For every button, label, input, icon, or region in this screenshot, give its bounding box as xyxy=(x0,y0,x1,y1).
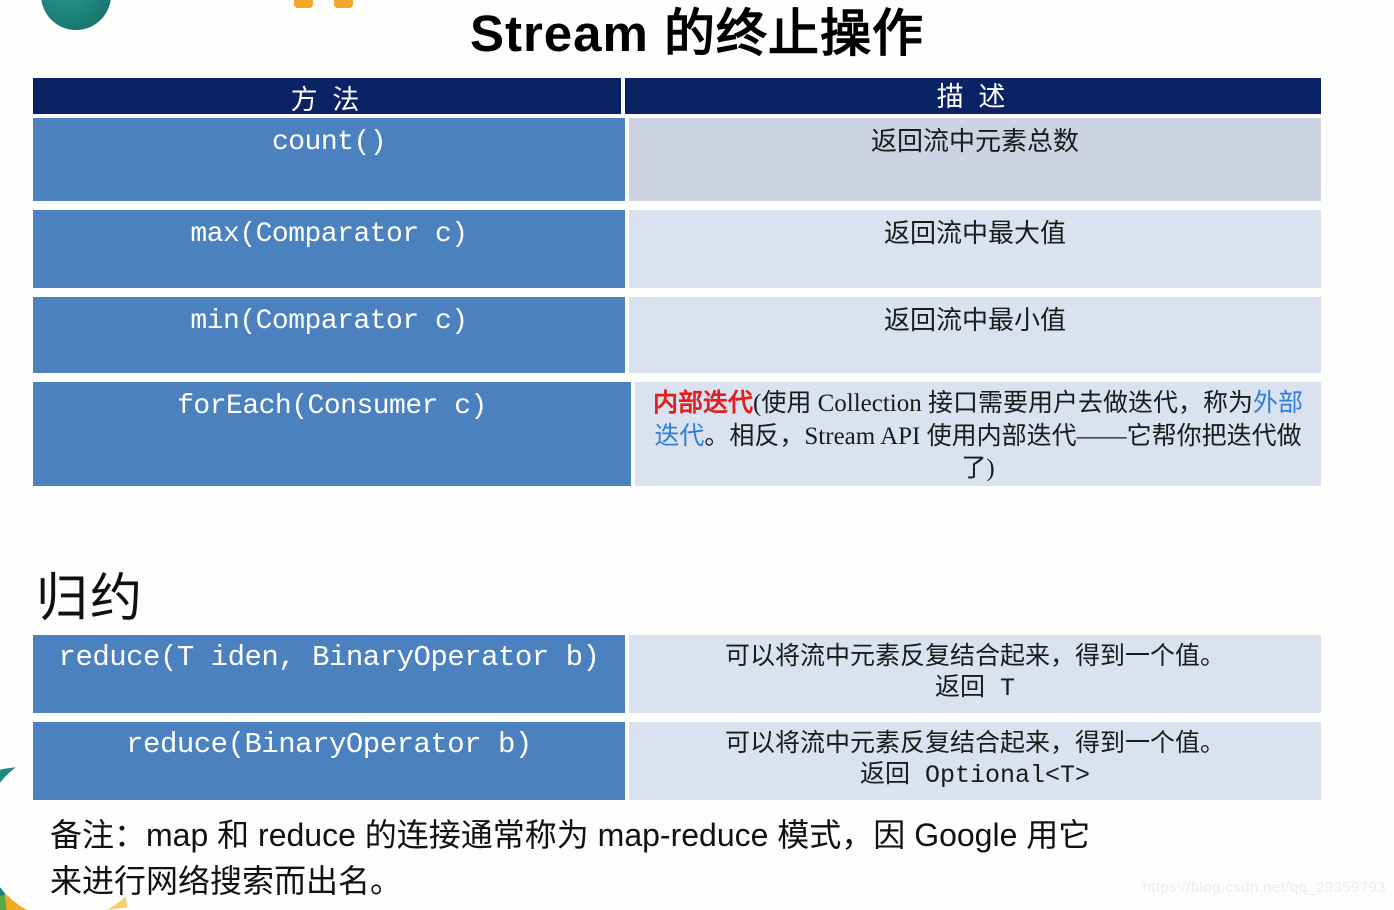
reduce-desc-line-2: 可以将流中元素反复结合起来，得到一个值。 xyxy=(724,730,1225,757)
method-cell-reduce-iden: reduce(T iden, BinaryOperator b) xyxy=(33,635,625,713)
watermark-url: https://blog.csdn.net/qq_29359793 xyxy=(1142,879,1386,896)
reduce-desc-line-1: 可以将流中元素反复结合起来，得到一个值。 xyxy=(724,643,1225,670)
table-header-row: 方 法 描 述 xyxy=(33,78,1321,115)
reduce-operations-table: reduce(T iden, BinaryOperator b) 可以将流中元素… xyxy=(33,635,1321,809)
method-cell-foreach: forEach(Consumer c) xyxy=(33,382,631,486)
description-cell-reduce-iden: 可以将流中元素反复结合起来，得到一个值。 返回 T xyxy=(629,635,1321,713)
method-cell-count: count() xyxy=(33,118,625,201)
description-cell-min: 返回流中最小值 xyxy=(629,297,1321,373)
table-row: min(Comparator c) 返回流中最小值 xyxy=(33,297,1321,373)
table-row: reduce(BinaryOperator b) 可以将流中元素反复结合起来，得… xyxy=(33,722,1321,800)
section-heading-reduction: 归约 xyxy=(36,571,145,628)
slide-canvas: Stream 的终止操作 方 法 描 述 count() 返回流中元素总数 ma… xyxy=(0,0,1394,910)
header-cell-description: 描 述 xyxy=(625,78,1321,114)
page-title: Stream 的终止操作 xyxy=(469,5,925,62)
table-row: reduce(T iden, BinaryOperator b) 可以将流中元素… xyxy=(33,635,1321,713)
table-row: count() 返回流中元素总数 xyxy=(33,118,1321,201)
foreach-desc-part-1: (使用 Collection 接口需要用户去做迭代，称为 xyxy=(753,390,1253,417)
method-cell-max: max(Comparator c) xyxy=(33,210,625,288)
method-cell-min: min(Comparator c) xyxy=(33,297,625,373)
header-cell-method: 方 法 xyxy=(33,78,625,115)
foreach-desc-part-2: 。相反，Stream API 使用内部迭代——它帮你把迭代做了) xyxy=(704,422,1302,483)
footer-note-line-2: 来进行网络搜索而出名。 xyxy=(50,863,403,900)
method-cell-reduce-binary: reduce(BinaryOperator b) xyxy=(33,722,625,800)
table-row: max(Comparator c) 返回流中最大值 xyxy=(33,210,1321,288)
description-cell-reduce-binary: 可以将流中元素反复结合起来，得到一个值。 返回 Optional<T> xyxy=(629,722,1321,800)
reduce-return-line-1: 返回 T xyxy=(934,673,1015,703)
terminal-operations-table: 方 法 描 述 count() 返回流中元素总数 max(Comparator … xyxy=(33,78,1321,495)
table-row: forEach(Consumer c) 内部迭代(使用 Collection 接… xyxy=(33,382,1321,486)
description-cell-count: 返回流中元素总数 xyxy=(629,118,1321,201)
description-cell-max: 返回流中最大值 xyxy=(629,210,1321,288)
internal-iteration-highlight: 内部迭代 xyxy=(652,390,753,417)
footer-note-line-1: 备注：map 和 reduce 的连接通常称为 map-reduce 模式，因 … xyxy=(50,817,1091,853)
footer-note: 备注：map 和 reduce 的连接通常称为 map-reduce 模式，因 … xyxy=(50,812,1250,905)
description-cell-foreach: 内部迭代(使用 Collection 接口需要用户去做迭代，称为外部迭代。相反，… xyxy=(635,382,1321,486)
reduce-return-line-2: 返回 Optional<T> xyxy=(859,760,1090,790)
